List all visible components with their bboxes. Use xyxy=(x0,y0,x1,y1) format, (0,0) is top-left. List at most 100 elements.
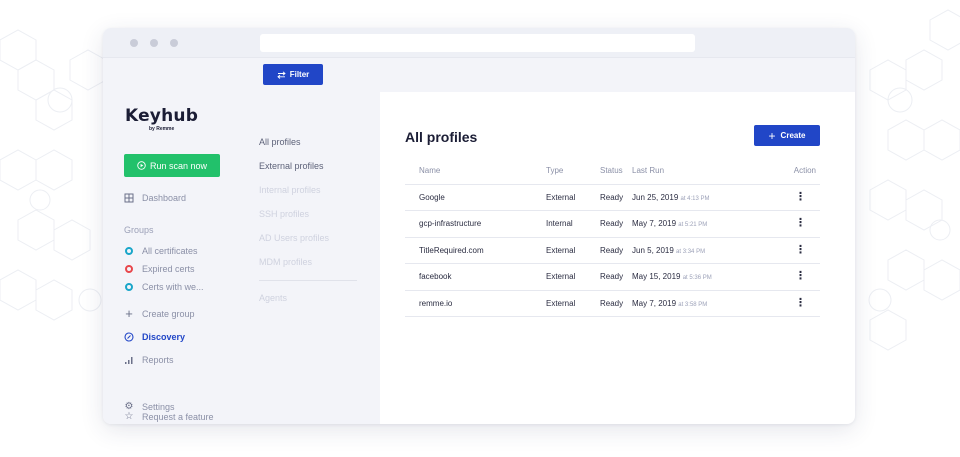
create-group-button[interactable]: + Create group xyxy=(124,306,195,321)
subnav-ssh-profiles[interactable]: SSH profiles xyxy=(259,209,309,219)
sidebar-item-label: Expired certs xyxy=(142,264,195,274)
subnav-all-profiles[interactable]: All profiles xyxy=(259,137,301,147)
groups-heading: Groups xyxy=(124,225,154,235)
cell-name: remme.io xyxy=(405,290,546,317)
request-feature-link[interactable]: ☆ Request a feature xyxy=(124,411,214,422)
sidebar-item-label: Settings xyxy=(142,401,175,412)
sidebar-item-certs-with-weak[interactable]: Certs with we... xyxy=(124,282,204,292)
sidebar-item-label: All certificates xyxy=(142,246,198,256)
profiles-subnav: Filter All profiles External profiles In… xyxy=(237,58,380,424)
sidebar-item-settings[interactable]: ⚙ Settings xyxy=(124,401,175,412)
cell-status: Ready xyxy=(600,237,632,264)
sidebar-item-dashboard[interactable]: Dashboard xyxy=(124,193,186,203)
run-date: Jun 25, 2019 xyxy=(632,192,679,202)
run-time: at 3:34 PM xyxy=(676,248,706,255)
kebab-menu-icon[interactable]: ⋮ xyxy=(795,297,816,309)
swap-arrows-icon xyxy=(277,70,286,79)
kebab-menu-icon[interactable]: ⋮ xyxy=(795,244,816,256)
top-strip xyxy=(380,58,855,92)
table-row[interactable]: TitleRequired.com External Ready Jun 5, … xyxy=(405,237,820,264)
cell-name: Google xyxy=(405,184,546,211)
cell-type: External xyxy=(546,263,600,291)
column-header-last-run[interactable]: Last Run xyxy=(632,158,762,185)
window-control-dot[interactable] xyxy=(150,39,158,47)
cell-type: External xyxy=(546,184,600,211)
table-header-row: Name Type Status Last Run Action xyxy=(405,158,820,185)
cell-type: External xyxy=(546,237,600,264)
app-window: Keyhub by Remme Run scan now Dashboard G… xyxy=(103,28,855,424)
column-header-name[interactable]: Name xyxy=(405,158,546,185)
sidebar-item-reports[interactable]: Reports xyxy=(124,355,174,365)
cell-action: ⋮ xyxy=(762,210,820,238)
run-date: May 7, 2019 xyxy=(632,219,677,229)
subnav-divider xyxy=(259,280,357,281)
table-row[interactable]: Google External Ready Jun 25, 2019 at 4:… xyxy=(405,184,820,211)
kebab-menu-icon[interactable]: ⋮ xyxy=(795,191,816,203)
plus-icon: + xyxy=(125,306,133,321)
table-row[interactable]: facebook External Ready May 15, 2019 at … xyxy=(405,263,820,291)
table-row[interactable]: remme.io External Ready May 7, 2019 at 3… xyxy=(405,290,820,317)
kebab-menu-icon[interactable]: ⋮ xyxy=(795,271,816,282)
ring-icon xyxy=(124,247,134,255)
subnav-mdm-profiles[interactable]: MDM profiles xyxy=(259,257,312,267)
subnav-ad-users-profiles[interactable]: AD Users profiles xyxy=(259,233,329,243)
sidebar-item-label: Dashboard xyxy=(142,193,187,203)
column-header-type[interactable]: Type xyxy=(546,158,600,185)
cell-last-run: May 15, 2019 at 5:36 PM xyxy=(632,263,762,291)
sidebar-item-discovery[interactable]: Discovery xyxy=(124,332,185,342)
filter-label: Filter xyxy=(289,70,310,79)
cell-status: Ready xyxy=(600,210,632,238)
subnav-external-profiles[interactable]: External profiles xyxy=(259,161,324,171)
column-header-action: Action xyxy=(762,158,820,185)
cell-status: Ready xyxy=(600,290,632,317)
column-header-status[interactable]: Status xyxy=(600,158,632,185)
address-bar[interactable] xyxy=(260,34,695,52)
logo-subtitle: by Remme xyxy=(149,126,175,132)
discovery-icon xyxy=(124,332,134,342)
cell-action: ⋮ xyxy=(762,263,820,291)
run-scan-button[interactable]: Run scan now xyxy=(124,154,220,177)
filter-button[interactable]: Filter xyxy=(263,64,323,85)
cell-last-run: May 7, 2019 at 3:58 PM xyxy=(632,290,762,317)
cell-type: External xyxy=(546,290,600,317)
ring-icon xyxy=(124,283,134,291)
run-time: at 4:13 PM xyxy=(680,195,710,202)
run-time: at 3:58 PM xyxy=(678,301,708,308)
window-control-dot[interactable] xyxy=(170,39,178,47)
run-time: at 5:21 PM xyxy=(678,222,708,229)
star-icon: ☆ xyxy=(124,411,134,422)
sidebar-item-label: Reports xyxy=(142,355,174,365)
run-date: May 15, 2019 xyxy=(632,272,681,282)
create-group-label: Create group xyxy=(142,308,195,319)
kebab-menu-icon[interactable]: ⋮ xyxy=(795,218,816,229)
run-scan-label: Run scan now xyxy=(149,160,208,171)
cell-status: Ready xyxy=(600,263,632,291)
table-row[interactable]: gcp-infrastructure Internal Ready May 7,… xyxy=(405,210,820,238)
profiles-table: Name Type Status Last Run Action Google … xyxy=(405,158,820,317)
cell-name: TitleRequired.com xyxy=(405,237,546,264)
dashboard-icon xyxy=(124,193,134,203)
run-time: at 5:36 PM xyxy=(682,275,712,282)
cell-name: gcp-infrastructure xyxy=(405,210,546,238)
cell-last-run: Jun 25, 2019 at 4:13 PM xyxy=(632,184,762,211)
main-panel: All profiles + Create Name Type Status L… xyxy=(380,92,846,424)
sidebar-item-expired-certs[interactable]: Expired certs xyxy=(124,264,195,274)
create-button[interactable]: + Create xyxy=(754,125,820,146)
page-title: All profiles xyxy=(405,129,478,145)
cell-action: ⋮ xyxy=(762,184,820,211)
plus-icon: + xyxy=(768,128,776,143)
sidebar-item-label: Certs with we... xyxy=(142,282,204,292)
subnav-agents[interactable]: Agents xyxy=(259,293,287,303)
run-date: May 7, 2019 xyxy=(632,298,677,308)
keyhub-logo[interactable]: Keyhub by Remme xyxy=(125,106,198,136)
sidebar-item-label: Discovery xyxy=(142,332,186,342)
cell-status: Ready xyxy=(600,184,632,211)
sidebar: Keyhub by Remme Run scan now Dashboard G… xyxy=(103,58,237,424)
cell-type: Internal xyxy=(546,210,600,238)
subnav-internal-profiles[interactable]: Internal profiles xyxy=(259,185,321,195)
window-control-dot[interactable] xyxy=(130,39,138,47)
sidebar-item-all-certificates[interactable]: All certificates xyxy=(124,246,198,256)
create-label: Create xyxy=(780,131,806,140)
ring-icon xyxy=(124,265,134,273)
cell-name: facebook xyxy=(405,263,546,291)
